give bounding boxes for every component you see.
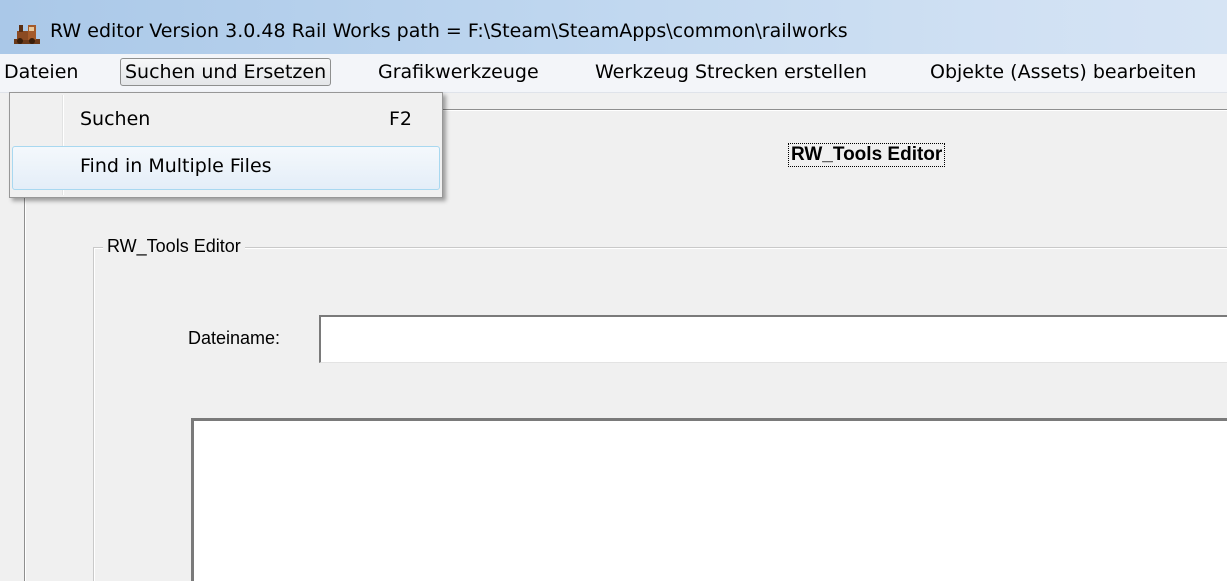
title-bar[interactable]: RW editor Version 3.0.48 Rail Works path… [0,0,1227,54]
filename-input[interactable] [319,315,1227,363]
filename-label: Dateiname: [188,328,281,348]
menu-objekte-assets-bearbeiten[interactable]: Objekte (Assets) bearbeiten [926,58,1200,86]
menu-item-suchen[interactable]: Suchen F2 [12,99,440,143]
menu-item-shortcut: F2 [389,108,413,130]
steam-locomotive-icon [14,25,40,44]
menu-item-label: Suchen [80,108,151,130]
menu-bar: Dateien Suchen und Ersetzen Grafikwerkze… [0,54,1227,93]
menu-grafikwerkzeuge[interactable]: Grafikwerkzeuge [374,58,543,86]
menu-item-find-in-multiple-files[interactable]: Find in Multiple Files [12,146,440,190]
groupbox-label: RW_Tools Editor [103,236,245,257]
editor-text-area[interactable] [191,418,1227,581]
menu-dateien[interactable]: Dateien [0,58,82,86]
search-replace-dropdown: Suchen F2 Find in Multiple Files [9,92,443,198]
menu-suchen-und-ersetzen[interactable]: Suchen und Ersetzen [120,58,332,86]
menu-item-label: Find in Multiple Files [80,155,272,177]
editor-title: RW_Tools Editor [787,143,946,167]
rw-editor-window: RW editor Version 3.0.48 Rail Works path… [0,0,1227,581]
window-title: RW editor Version 3.0.48 Rail Works path… [50,20,848,42]
menu-werkzeug-strecken-erstellen[interactable]: Werkzeug Strecken erstellen [591,58,871,86]
